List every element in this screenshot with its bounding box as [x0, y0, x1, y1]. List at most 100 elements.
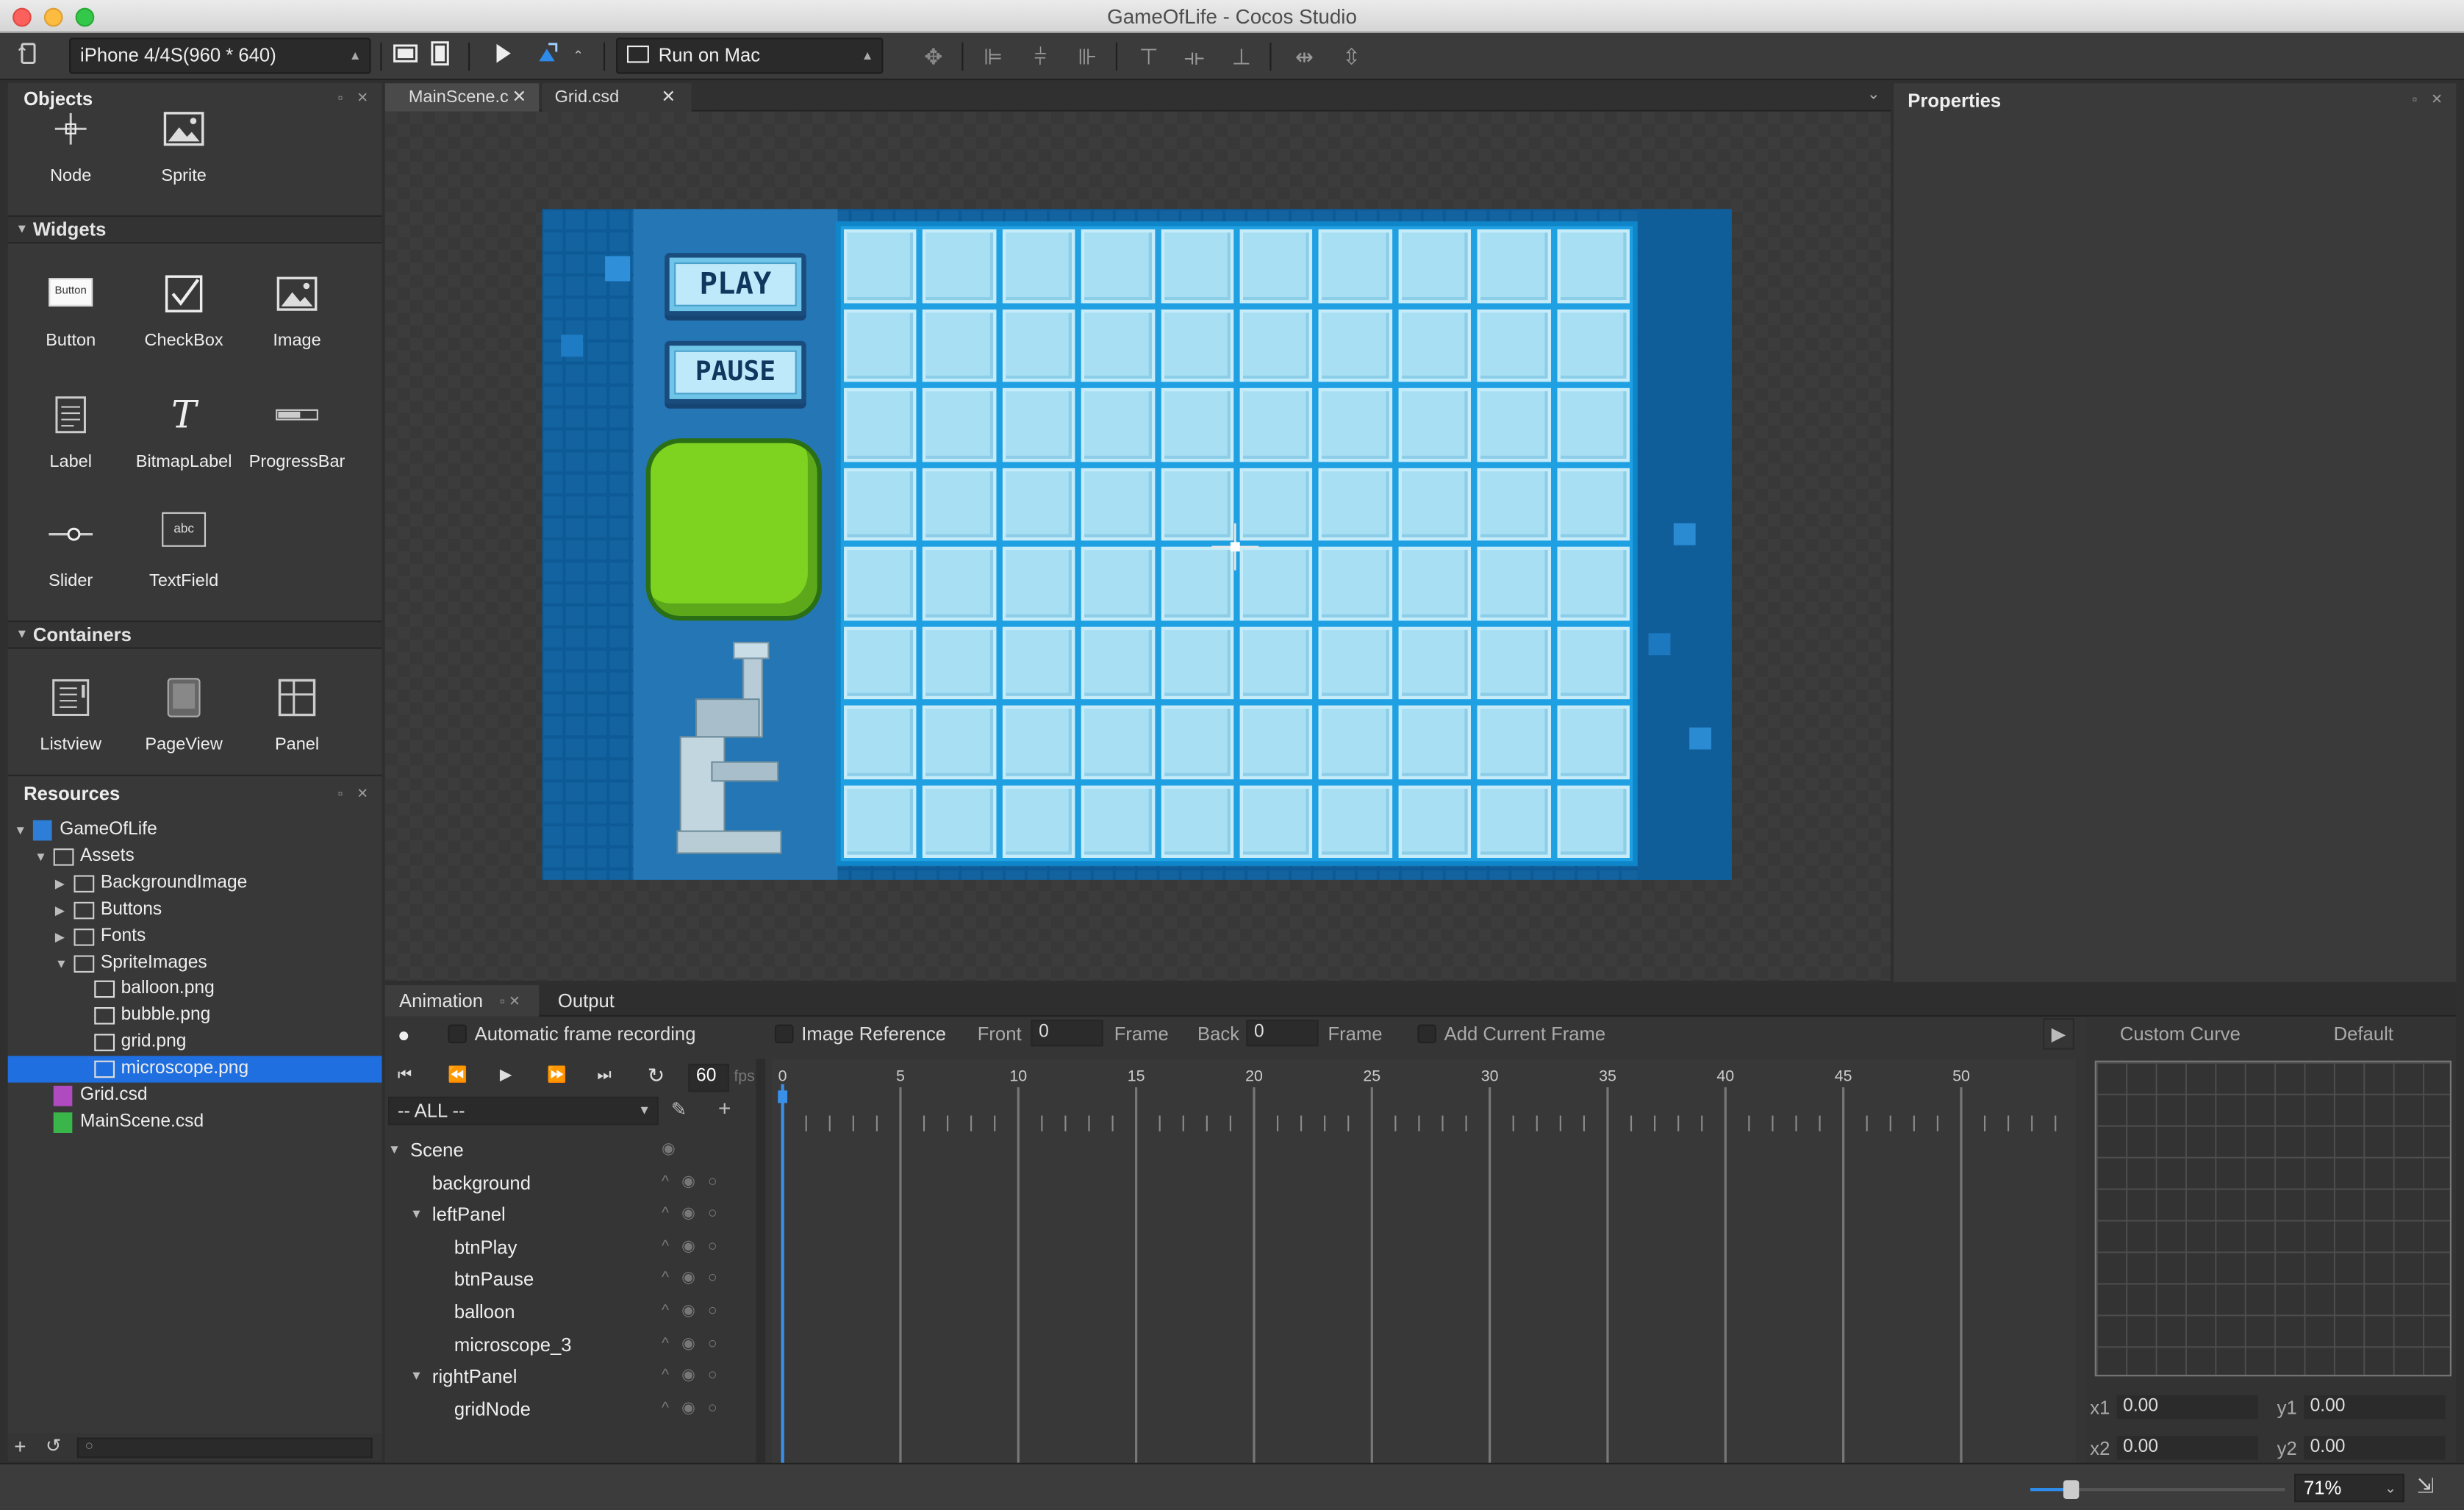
grid-cell[interactable]: [1160, 784, 1234, 858]
resource-item[interactable]: bubble.png: [8, 1003, 382, 1029]
grid-cell[interactable]: [1319, 387, 1392, 462]
resource-item[interactable]: ▶ Fonts: [8, 923, 382, 950]
grid-cell[interactable]: [923, 546, 996, 620]
device-select[interactable]: iPhone 4/4S(960 * 640) ▲: [69, 37, 371, 74]
record-icon[interactable]: ●: [398, 1023, 410, 1046]
grid-cell[interactable]: [923, 705, 996, 779]
grid-cell[interactable]: [1160, 229, 1234, 303]
close-tab-icon[interactable]: ✕: [512, 83, 526, 111]
float-panel-icon[interactable]: ▫: [2413, 92, 2425, 106]
grid-cell[interactable]: [1398, 784, 1472, 858]
landscape-icon[interactable]: [390, 41, 421, 73]
grid-cell[interactable]: [1002, 387, 1075, 462]
node-visibility-controls[interactable]: ^◉○: [662, 1296, 743, 1328]
tab-animation[interactable]: Animation ▫ ✕: [384, 985, 540, 1017]
tab-output[interactable]: Output: [558, 985, 615, 1017]
grid-cell[interactable]: [1160, 705, 1234, 779]
grid-cell[interactable]: [1477, 229, 1551, 303]
grid-cell[interactable]: [923, 308, 996, 382]
grid-cell[interactable]: [1477, 626, 1551, 700]
grid-cell[interactable]: [843, 229, 917, 303]
node-filter-select[interactable]: -- ALL -- ▼: [388, 1096, 659, 1126]
zoom-slider-handle[interactable]: [2063, 1480, 2080, 1499]
resource-item[interactable]: balloon.png: [8, 976, 382, 1003]
play-sprite-button[interactable]: PLAY: [665, 253, 806, 316]
anchor-crosshair-icon[interactable]: [1211, 523, 1259, 570]
expanded-triangle-icon[interactable]: ▼: [55, 950, 68, 976]
grid-cell[interactable]: [1319, 784, 1392, 858]
grid-cell[interactable]: [843, 705, 917, 779]
grid-cell[interactable]: [1477, 467, 1551, 541]
curve-preset[interactable]: Default: [2334, 1023, 2393, 1045]
add-icon[interactable]: +: [14, 1434, 26, 1458]
add-frame-checkbox[interactable]: [1417, 1024, 1436, 1044]
publish-icon[interactable]: [531, 41, 563, 73]
align-center-h-icon[interactable]: ⫩: [1025, 41, 1056, 73]
zoom-window-button[interactable]: [75, 7, 95, 27]
go-last-frame-icon[interactable]: ⏭: [597, 1067, 611, 1084]
grid-cell[interactable]: [843, 308, 917, 382]
grid-cell[interactable]: [1556, 705, 1630, 779]
float-panel-icon[interactable]: ▫: [338, 90, 351, 104]
resource-item[interactable]: MainScene.csd: [8, 1109, 382, 1136]
auto-record-checkbox[interactable]: [448, 1024, 467, 1044]
publish-options-icon[interactable]: ⌃: [569, 41, 588, 73]
distribute-h-icon[interactable]: ⇹: [1289, 41, 1320, 73]
close-tab-icon[interactable]: ✕: [662, 83, 676, 111]
collapsed-triangle-icon[interactable]: ▶: [55, 923, 65, 950]
grid-cell[interactable]: [1398, 705, 1472, 779]
tool-node[interactable]: Node: [15, 94, 126, 204]
tool-sprite[interactable]: Sprite: [129, 94, 239, 204]
balloon-sprite[interactable]: [645, 438, 823, 621]
grid-cell[interactable]: [1239, 784, 1313, 858]
tab-list-chevron-icon[interactable]: ⌄: [1867, 87, 1880, 104]
y2-input[interactable]: 0.00: [2302, 1434, 2447, 1461]
grid-cell[interactable]: [1081, 546, 1155, 620]
move-tool-icon[interactable]: ✥: [917, 41, 949, 73]
grid-cell[interactable]: [1556, 546, 1630, 620]
distribute-v-icon[interactable]: ⇳: [1336, 41, 1367, 73]
float-panel-icon[interactable]: ▫ ✕: [500, 985, 520, 1017]
play-icon[interactable]: [487, 41, 519, 73]
grid-cell[interactable]: [1398, 546, 1472, 620]
tool-button[interactable]: Button Button: [15, 260, 126, 370]
zoom-slider[interactable]: [2030, 1480, 2285, 1499]
resource-item[interactable]: Grid.csd: [8, 1083, 382, 1109]
animation-node-row[interactable]: background ^◉○: [385, 1167, 750, 1198]
node-visibility-controls[interactable]: ^◉○: [662, 1393, 743, 1425]
grid-cell[interactable]: [1556, 467, 1630, 541]
pause-sprite-button[interactable]: PAUSE: [665, 340, 806, 404]
resource-item[interactable]: ▼ GameOfLife: [8, 817, 382, 843]
grid-cell[interactable]: [1398, 308, 1472, 382]
y1-input[interactable]: 0.00: [2302, 1393, 2447, 1421]
align-top-icon[interactable]: ⊤: [1133, 41, 1164, 73]
grid-cell[interactable]: [1477, 784, 1551, 858]
grid-cell[interactable]: [1002, 626, 1075, 700]
collapsed-triangle-icon[interactable]: ▶: [55, 897, 65, 923]
tool-panel[interactable]: Panel: [242, 663, 352, 773]
grid-cell[interactable]: [1398, 467, 1472, 541]
zoom-select[interactable]: 71% ⌄: [2294, 1473, 2404, 1503]
align-right-icon[interactable]: ⊪: [1072, 41, 1103, 73]
grid-cell[interactable]: [1160, 387, 1234, 462]
grid-cell[interactable]: [1477, 705, 1551, 779]
tool-slider[interactable]: Slider: [15, 500, 126, 610]
node-visibility-controls[interactable]: ◉: [662, 1134, 743, 1166]
grid-cell[interactable]: [1081, 705, 1155, 779]
expanded-triangle-icon[interactable]: ▼: [410, 1199, 423, 1231]
microscope-sprite[interactable]: [665, 637, 806, 863]
containers-section-header[interactable]: ▼ Containers: [7, 620, 382, 649]
x1-input[interactable]: 0.00: [2115, 1393, 2260, 1421]
grid-cell[interactable]: [1556, 784, 1630, 858]
tool-textfield[interactable]: abc TextField: [129, 500, 239, 610]
scene-preview[interactable]: PLAY PAUSE: [542, 209, 1732, 880]
float-panel-icon[interactable]: ▫: [338, 787, 351, 801]
animation-node-row[interactable]: gridNode ^◉○: [385, 1393, 750, 1425]
grid-cell[interactable]: [1081, 308, 1155, 382]
grid-cell[interactable]: [1319, 626, 1392, 700]
grid-cell[interactable]: [1556, 626, 1630, 700]
next-frame-icon[interactable]: ⏩: [547, 1067, 567, 1084]
expanded-triangle-icon[interactable]: ▼: [14, 817, 26, 843]
grid-cell[interactable]: [1081, 229, 1155, 303]
playhead-handle[interactable]: [778, 1090, 788, 1103]
